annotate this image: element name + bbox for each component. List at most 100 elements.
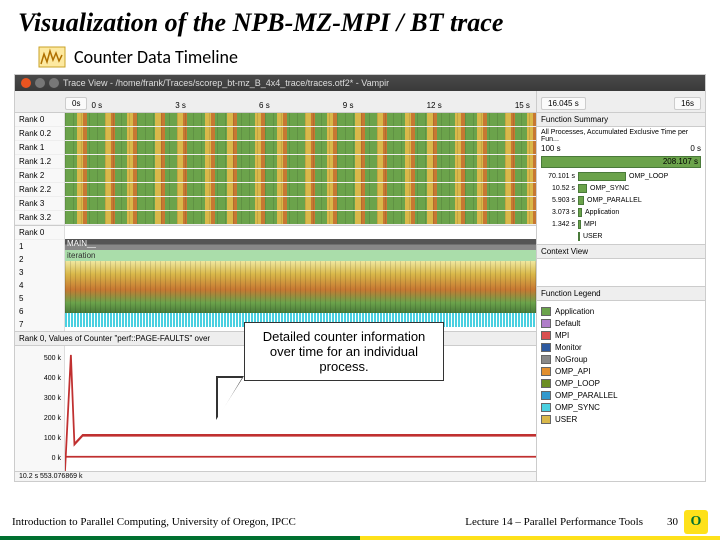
legend-swatch	[541, 331, 551, 340]
legend-item: OMP_API	[541, 365, 701, 377]
counter-timeline-icon	[38, 46, 66, 68]
fs-value: 3.073 s	[541, 209, 575, 216]
vampir-window: Trace View - /home/frank/Traces/scorep_b…	[14, 74, 706, 482]
counter-ylabel: 100 k	[15, 435, 64, 442]
legend-item: OMP_PARALLEL	[541, 389, 701, 401]
fs-bar	[578, 208, 582, 217]
section-heading: Counter Data Timeline	[74, 46, 238, 68]
detail-tracks[interactable]: MAIN__ iteration	[65, 226, 536, 331]
footer-lecture: Lecture 14 – Parallel Performance Tools	[465, 516, 667, 528]
fs-row[interactable]: USER	[541, 230, 701, 242]
page-number: 30	[667, 516, 684, 528]
detail-row-label: 2	[15, 253, 64, 266]
legend-swatch	[541, 391, 551, 400]
timeline-pane: 0s 0 s3 s6 s9 s12 s15 s Rank 0Rank 0.2Ra…	[15, 91, 537, 481]
function-legend: Application Default MPI Monitor NoGroup OMP_A…	[537, 301, 705, 481]
legend-label: OMP_PARALLEL	[555, 391, 618, 400]
legend-label: Application	[555, 307, 594, 316]
rank-label: Rank 1.2	[15, 155, 64, 169]
counter-ylabel: 400 k	[15, 375, 64, 382]
footer-accent-bar	[0, 536, 720, 540]
fs-name: OMP_LOOP	[629, 173, 701, 180]
fs-value: 70.101 s	[541, 173, 575, 180]
fs-bar	[578, 184, 587, 193]
timeline-tracks[interactable]	[65, 113, 536, 225]
timeline-tick: 6 s	[259, 101, 270, 110]
legend-swatch	[541, 343, 551, 352]
legend-label: OMP_SYNC	[555, 403, 600, 412]
rank-label: Rank 1	[15, 141, 64, 155]
fs-name: MPI	[584, 221, 701, 228]
legend-item: USER	[541, 413, 701, 425]
legend-label: OMP_API	[555, 367, 591, 376]
fs-total-bar: 208.107 s	[541, 156, 701, 168]
function-summary-subtitle: All Processes, Accumulated Exclusive Tim…	[541, 129, 701, 143]
legend-label: NoGroup	[555, 355, 587, 364]
close-icon[interactable]	[21, 78, 31, 88]
counter-ylabel: 500 k	[15, 355, 64, 362]
rank-track[interactable]	[65, 169, 536, 183]
fs-name: OMP_SYNC	[590, 185, 701, 192]
timeline-tick: 0 s	[91, 101, 102, 110]
rank-track[interactable]	[65, 183, 536, 197]
fs-bar	[578, 196, 584, 205]
fs-row[interactable]: 5.903 sOMP_PARALLEL	[541, 194, 701, 206]
rank-track[interactable]	[65, 141, 536, 155]
iteration-label: iteration	[65, 250, 536, 261]
legend-label: Default	[555, 319, 580, 328]
detail-row-label: 6	[15, 305, 64, 318]
fs-axis-left: 100 s	[541, 144, 561, 153]
function-summary-title: Function Summary	[537, 113, 705, 127]
annotation-callout: Detailed counter information over time f…	[244, 322, 444, 381]
rank-track[interactable]	[65, 127, 536, 141]
detail-row-label: 3	[15, 266, 64, 279]
rank-track[interactable]	[65, 211, 536, 225]
detail-row-label: 4	[15, 279, 64, 292]
detail-row-label: 1	[15, 240, 64, 253]
callout-tail-icon	[216, 376, 244, 420]
context-view[interactable]	[537, 259, 705, 287]
counter-ylabel: 200 k	[15, 415, 64, 422]
context-view-title: Context View	[537, 245, 705, 259]
detail-row-label: 7	[15, 318, 64, 331]
legend-item: Monitor	[541, 341, 701, 353]
timeline-tick: 12 s	[427, 101, 442, 110]
fs-bar	[578, 232, 580, 241]
legend-item: MPI	[541, 329, 701, 341]
legend-label: USER	[555, 415, 577, 424]
rank-track[interactable]	[65, 197, 536, 211]
fs-value: 5.903 s	[541, 197, 575, 204]
legend-swatch	[541, 415, 551, 424]
fs-row[interactable]: 10.52 s OMP_SYNC	[541, 182, 701, 194]
fs-row[interactable]: 1.342 sMPI	[541, 218, 701, 230]
uo-logo-icon: O	[684, 510, 708, 534]
fs-row[interactable]: 3.073 sApplication	[541, 206, 701, 218]
fs-row[interactable]: 70.101 s OMP_LOOP	[541, 170, 701, 182]
minimize-icon[interactable]	[35, 78, 45, 88]
timeline-tick: 3 s	[175, 101, 186, 110]
function-summary[interactable]: All Processes, Accumulated Exclusive Tim…	[537, 127, 705, 245]
legend-swatch	[541, 379, 551, 388]
detail-row-label: 5	[15, 292, 64, 305]
rank-label: Rank 0	[15, 113, 64, 127]
rank-track[interactable]	[65, 155, 536, 169]
legend-item: OMP_SYNC	[541, 401, 701, 413]
footer-left: Introduction to Parallel Computing, Univ…	[12, 516, 465, 528]
timeline-ruler[interactable]: 0s 0 s3 s6 s9 s12 s15 s	[15, 91, 536, 113]
window-titlebar[interactable]: Trace View - /home/frank/Traces/scorep_b…	[15, 75, 705, 91]
main-label: MAIN__	[67, 239, 96, 248]
rank-track[interactable]	[65, 113, 536, 127]
window-title: Trace View - /home/frank/Traces/scorep_b…	[63, 78, 389, 88]
fs-value: 10.52 s	[541, 185, 575, 192]
legend-swatch	[541, 355, 551, 364]
legend-title: Function Legend	[537, 287, 705, 301]
fs-bar	[578, 172, 626, 181]
maximize-icon[interactable]	[49, 78, 59, 88]
legend-item: NoGroup	[541, 353, 701, 365]
total-time-box: 16.045 s	[541, 97, 586, 110]
legend-label: MPI	[555, 331, 569, 340]
fs-axis-right: 0 s	[690, 144, 701, 153]
legend-label: OMP_LOOP	[555, 379, 600, 388]
legend-swatch	[541, 367, 551, 376]
legend-label: Monitor	[555, 343, 582, 352]
